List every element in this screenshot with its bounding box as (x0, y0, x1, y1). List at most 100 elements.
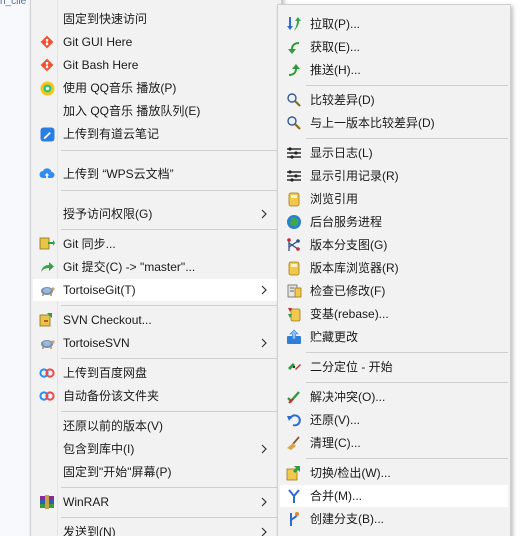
menu-item-label: 版本库浏览器(R) (310, 261, 399, 275)
menu-item-label: Git 同步... (63, 237, 116, 251)
menu-separator (306, 85, 508, 86)
svn-checkout-icon (39, 312, 55, 328)
menu-item-git-sync[interactable]: Git 同步... (33, 233, 279, 255)
menu-item-label: 与上一版本比较差异(D) (310, 116, 435, 130)
submenu-item-pull[interactable]: 拉取(P)... (280, 13, 508, 35)
submenu-item-merge[interactable]: 合并(M)... (280, 485, 508, 507)
log-icon (286, 145, 302, 161)
baidu-pan-icon (39, 388, 55, 404)
winrar-icon (39, 494, 55, 510)
menu-item-pin-quick-access[interactable]: 固定到快速访问 (33, 8, 279, 30)
git-commit-icon (39, 259, 55, 275)
submenu-item-fetch[interactable]: 获取(E)... (280, 36, 508, 58)
menu-item-send-to[interactable]: 发送到(N) (33, 521, 279, 536)
git-sync-icon (39, 236, 55, 252)
menu-item-pin-start[interactable]: 固定到"开始"屏幕(P) (33, 461, 279, 483)
menu-item-label: 自动备份该文件夹 (63, 389, 160, 403)
menu-item-label: Git GUI Here (63, 35, 133, 49)
menu-separator (61, 150, 279, 151)
menu-item-label: 切换/检出(W)... (310, 466, 391, 480)
menu-item-label: 贮藏更改 (310, 330, 359, 344)
menu-separator (61, 229, 279, 230)
menu-item-label: 显示日志(L) (310, 146, 373, 160)
chevron-right-icon (261, 285, 267, 295)
submenu-item-cleanup[interactable]: 清理(C)... (280, 432, 508, 454)
diff-magnifier-icon (286, 115, 302, 131)
menu-item-label: 二分定位 - 开始 (310, 360, 393, 374)
fetch-icon (286, 39, 302, 55)
chevron-right-icon (261, 497, 267, 507)
menu-item-git-gui[interactable]: Git GUI Here (33, 31, 279, 53)
submenu-item-switch-checkout[interactable]: 切换/检出(W)... (280, 462, 508, 484)
submenu-item-repo-browser[interactable]: 版本库浏览器(R) (280, 257, 508, 279)
menu-item-qq-music-queue[interactable]: 加入 QQ音乐 播放队列(E) (33, 100, 279, 122)
submenu-item-daemon[interactable]: 后台服务进程 (280, 211, 508, 233)
revert-icon (286, 412, 302, 428)
chevron-right-icon (261, 338, 267, 348)
menu-item-svn-checkout[interactable]: SVN Checkout... (33, 309, 279, 331)
menu-item-label: 合并(M)... (310, 489, 362, 503)
menu-item-label: 解决冲突(O)... (310, 390, 386, 404)
menu-item-label: Git 提交(C) -> "master"... (63, 260, 196, 274)
menu-item-label: 固定到"开始"屏幕(P) (63, 465, 172, 479)
submenu-item-browse-refs[interactable]: 浏览引用 (280, 188, 508, 210)
chevron-right-icon (261, 209, 267, 219)
submenu-item-revision-graph[interactable]: 版本分支图(G) (280, 234, 508, 256)
rebase-icon (286, 306, 302, 322)
menu-item-label: 使用 QQ音乐 播放(P) (63, 81, 177, 95)
menu-item-git-commit[interactable]: Git 提交(C) -> "master"... (33, 256, 279, 278)
resolve-icon (286, 389, 302, 405)
submenu-item-resolve[interactable]: 解决冲突(O)... (280, 386, 508, 408)
menu-item-restore-previous[interactable]: 还原以前的版本(V) (33, 415, 279, 437)
menu-item-label: 还原(V)... (310, 413, 360, 427)
push-icon (286, 62, 302, 78)
browse-refs-icon (286, 191, 302, 207)
menu-item-grant-access[interactable]: 授予访问权限(G) (33, 203, 279, 225)
submenu-item-show-reflog[interactable]: 显示引用记录(R) (280, 165, 508, 187)
submenu-item-revert[interactable]: 还原(V)... (280, 409, 508, 431)
menu-item-label: 上传到百度网盘 (63, 366, 148, 380)
baidu-pan-icon (39, 365, 55, 381)
menu-item-label: 显示引用记录(R) (310, 169, 399, 183)
menu-item-winrar[interactable]: WinRAR (33, 491, 279, 513)
menu-item-label: 拉取(P)... (310, 17, 360, 31)
menu-item-include-library[interactable]: 包含到库中(I) (33, 438, 279, 460)
submenu-item-check-modifications[interactable]: 检查已修改(F) (280, 280, 508, 302)
menu-item-qq-music-play[interactable]: 使用 QQ音乐 播放(P) (33, 77, 279, 99)
menu-item-label: 授予访问权限(G) (63, 207, 153, 221)
submenu-item-bisect-start[interactable]: 二分定位 - 开始 (280, 356, 508, 378)
submenu-item-show-log[interactable]: 显示日志(L) (280, 142, 508, 164)
submenu-item-push[interactable]: 推送(H)... (280, 59, 508, 81)
menu-item-tortoisesvn[interactable]: TortoiseSVN (33, 332, 279, 354)
menu-item-label: 发送到(N) (63, 525, 116, 536)
menu-item-label: 还原以前的版本(V) (63, 419, 163, 433)
git-diamond-icon (39, 57, 55, 73)
menu-item-tortoisegit[interactable]: TortoiseGit(T) (33, 279, 279, 301)
menu-item-label: TortoiseGit(T) (63, 283, 136, 297)
menu-separator (306, 458, 508, 459)
menu-item-label: 上传到 “WPS云文档” (63, 167, 174, 181)
submenu-item-diff-previous[interactable]: 与上一版本比较差异(D) (280, 112, 508, 134)
submenu-item-stash[interactable]: 贮藏更改 (280, 326, 508, 348)
menu-item-label: 包含到库中(I) (63, 442, 135, 456)
menu-item-youdao-note[interactable]: 上传到有道云笔记 (33, 123, 279, 145)
tortoisegit-submenu: 拉取(P)... 获取(E)... 推送(H)... 比较差异(D) 与上一版本… (277, 4, 511, 536)
stash-icon (286, 329, 302, 345)
menu-item-wps-cloud[interactable]: 上传到 “WPS云文档” (33, 163, 279, 185)
chevron-right-icon (261, 444, 267, 454)
menu-item-label: 清理(C)... (310, 436, 361, 450)
context-menu: 固定到快速访问 Git GUI Here Git Bash Here 使用 QQ… (30, 0, 282, 536)
git-diamond-icon (39, 34, 55, 50)
menu-item-label: 比较差异(D) (310, 93, 375, 107)
menu-item-baidu-upload[interactable]: 上传到百度网盘 (33, 362, 279, 384)
menu-separator (61, 305, 279, 306)
submenu-item-rebase[interactable]: 变基(rebase)... (280, 303, 508, 325)
menu-separator (61, 411, 279, 412)
submenu-item-create-branch[interactable]: 创建分支(B)... (280, 508, 508, 530)
menu-item-git-bash[interactable]: Git Bash Here (33, 54, 279, 76)
menu-item-label: Git Bash Here (63, 58, 139, 72)
menu-item-baidu-backup[interactable]: 自动备份该文件夹 (33, 385, 279, 407)
menu-item-label: TortoiseSVN (63, 336, 130, 350)
menu-separator (61, 358, 279, 359)
submenu-item-diff[interactable]: 比较差异(D) (280, 89, 508, 111)
